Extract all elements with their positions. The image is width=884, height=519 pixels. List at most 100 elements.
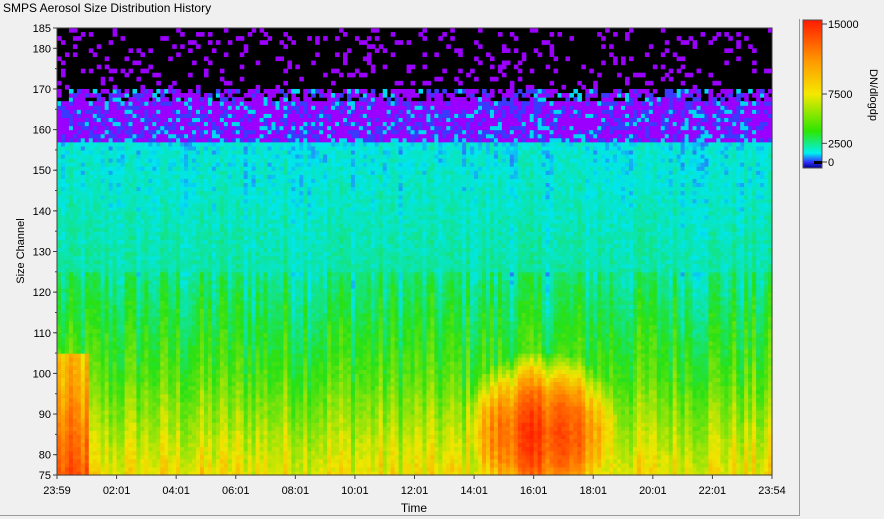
- heatmap-cell: [211, 243, 217, 249]
- heatmap-cell: [247, 141, 253, 147]
- heatmap-cell: [72, 462, 78, 468]
- heatmap-cell: [76, 239, 82, 244]
- heatmap-cell: [164, 186, 169, 192]
- heatmap-cell: [68, 405, 74, 411]
- heatmap-cell: [184, 251, 189, 257]
- heatmap-cell: [160, 340, 165, 346]
- heatmap-cell: [215, 93, 221, 98]
- heatmap-cell: [148, 137, 153, 143]
- heatmap-cell: [88, 32, 94, 37]
- heatmap-cell: [84, 373, 90, 379]
- heatmap-cell: [168, 454, 173, 460]
- heatmap-cell: [120, 263, 126, 269]
- heatmap-cell: [92, 158, 98, 163]
- heatmap-cell: [156, 316, 161, 322]
- heatmap-cell: [255, 202, 261, 208]
- heatmap-cell: [219, 357, 225, 362]
- heatmap-cell: [104, 137, 110, 143]
- heatmap-cell: [92, 304, 98, 309]
- heatmap-cell: [247, 275, 253, 281]
- heatmap-cell: [196, 458, 201, 464]
- heatmap-cell: [235, 174, 241, 179]
- heatmap-cell: [120, 105, 126, 110]
- heatmap-cell: [160, 292, 165, 297]
- heatmap-cell: [124, 186, 130, 192]
- heatmap-cell: [136, 422, 142, 427]
- heatmap-cell: [96, 101, 102, 106]
- heatmap-cell: [176, 308, 181, 314]
- heatmap-cell: [100, 304, 106, 309]
- heatmap-cell: [207, 121, 213, 127]
- heatmap-cell: [255, 340, 261, 346]
- heatmap-cell: [259, 145, 265, 151]
- heatmap-cell: [164, 426, 169, 431]
- heatmap-cell: [72, 458, 78, 464]
- heatmap-cell: [136, 263, 142, 269]
- heatmap-cell: [104, 198, 110, 204]
- heatmap-cell: [164, 373, 169, 379]
- heatmap-cell: [152, 117, 157, 123]
- heatmap-cell: [207, 422, 213, 427]
- heatmap-cell: [57, 239, 62, 244]
- heatmap-cell: [168, 426, 173, 431]
- heatmap-cell: [124, 145, 130, 151]
- heatmap-cell: [116, 292, 122, 297]
- heatmap-cell: [128, 194, 134, 200]
- heatmap-cell: [124, 166, 130, 171]
- heatmap-cell: [80, 288, 86, 293]
- heatmap-cell: [211, 304, 217, 309]
- heatmap-cell: [148, 422, 153, 427]
- heatmap-cell: [96, 454, 102, 460]
- heatmap-cell: [184, 227, 189, 232]
- heatmap-cell: [124, 174, 130, 179]
- heatmap-cell: [239, 292, 245, 297]
- heatmap-cell: [60, 393, 66, 399]
- heatmap-cell: [180, 296, 185, 301]
- heatmap-cell: [196, 125, 201, 131]
- heatmap-cell: [120, 141, 126, 147]
- heatmap-cell: [247, 336, 253, 342]
- heatmap-cell: [203, 405, 209, 411]
- heatmap-cell: [148, 129, 153, 135]
- heatmap-cell: [92, 210, 98, 216]
- heatmap-cell: [88, 344, 94, 350]
- heatmap-cell: [180, 361, 185, 366]
- heatmap-cell: [247, 145, 253, 151]
- heatmap-cell: [227, 409, 233, 415]
- heatmap-cell: [144, 93, 149, 98]
- heatmap-cell: [124, 300, 130, 305]
- heatmap-cell: [64, 340, 70, 346]
- heatmap-cell: [68, 393, 74, 399]
- heatmap-cell: [200, 198, 205, 204]
- heatmap-cell: [192, 243, 197, 249]
- heatmap-cell: [148, 361, 153, 366]
- heatmap-cell: [72, 288, 78, 293]
- heatmap-cell: [144, 450, 149, 456]
- heatmap-cell: [148, 239, 153, 244]
- heatmap-cell: [128, 373, 134, 379]
- heatmap-cell: [211, 450, 217, 456]
- heatmap-cell: [72, 210, 78, 216]
- heatmap-cell: [88, 353, 94, 358]
- heatmap-cell: [255, 336, 261, 342]
- heatmap-cell: [144, 454, 149, 460]
- heatmap-cell: [112, 279, 118, 285]
- heatmap-cell: [120, 418, 126, 423]
- heatmap-cell: [180, 162, 185, 167]
- heatmap-cell: [239, 97, 245, 102]
- heatmap-cell: [100, 218, 106, 224]
- heatmap-cell: [80, 255, 86, 261]
- heatmap-cell: [231, 170, 237, 175]
- heatmap-cell: [219, 141, 225, 147]
- heatmap-cell: [108, 109, 114, 114]
- heatmap-cell: [160, 190, 165, 196]
- heatmap-cell: [120, 243, 126, 249]
- heatmap-cell: [243, 414, 249, 419]
- heatmap-cell: [243, 182, 249, 188]
- heatmap-cell: [227, 121, 233, 127]
- heatmap-cell: [192, 186, 197, 192]
- heatmap-cell: [96, 170, 102, 175]
- heatmap-cell: [180, 377, 185, 383]
- heatmap-cell: [188, 422, 193, 427]
- heatmap-cell: [243, 304, 249, 309]
